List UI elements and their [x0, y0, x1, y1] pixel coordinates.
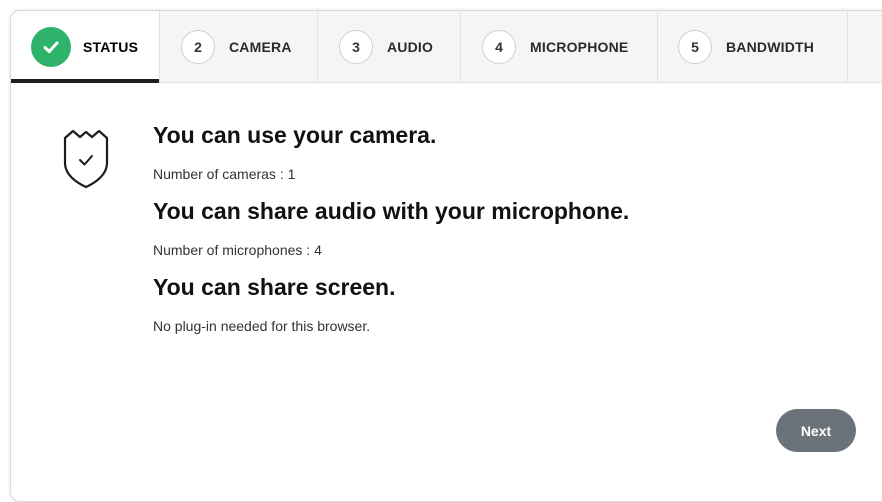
tab-label: STATUS — [83, 38, 139, 55]
tab-status[interactable]: STATUS — [11, 11, 160, 83]
status-item-camera: You can use your camera. Number of camer… — [153, 119, 853, 183]
tab-label: CAMERA — [229, 38, 292, 55]
tab-microphone[interactable]: 4 MICROPHONE — [461, 11, 658, 82]
status-list: You can use your camera. Number of camer… — [153, 119, 853, 347]
next-button[interactable]: Next — [776, 409, 856, 452]
tab-label: AUDIO — [387, 38, 434, 55]
status-detail: Number of cameras : 1 — [153, 166, 296, 182]
status-heading: You can use your camera. — [153, 122, 437, 148]
step-number: 5 — [678, 29, 712, 64]
tab-bandwidth[interactable]: 5 BANDWIDTH — [658, 11, 848, 82]
tab-audio[interactable]: 3 AUDIO — [318, 11, 461, 82]
status-item-microphone: You can share audio with your microphone… — [153, 195, 853, 259]
tab-camera[interactable]: 2 CAMERA — [160, 11, 318, 82]
tab-label: BANDWIDTH — [726, 38, 815, 55]
setup-wizard-card: STATUS 2 CAMERA 3 AUDIO 4 MICROPHONE 5 B… — [10, 10, 882, 502]
step-number: 4 — [482, 29, 516, 64]
status-heading: You can share audio with your microphone… — [153, 198, 630, 224]
step-number: 3 — [339, 29, 373, 64]
status-detail: No plug-in needed for this browser. — [153, 318, 371, 334]
step-number: 2 — [181, 29, 215, 64]
status-heading: You can share screen. — [153, 274, 396, 300]
step-tabbar: STATUS 2 CAMERA 3 AUDIO 4 MICROPHONE 5 B… — [11, 11, 882, 83]
tab-label: MICROPHONE — [530, 38, 629, 55]
status-detail: Number of microphones : 4 — [153, 242, 322, 258]
shield-check-icon — [61, 129, 111, 196]
check-icon — [31, 26, 71, 67]
status-item-screen: You can share screen. No plug-in needed … — [153, 271, 853, 335]
